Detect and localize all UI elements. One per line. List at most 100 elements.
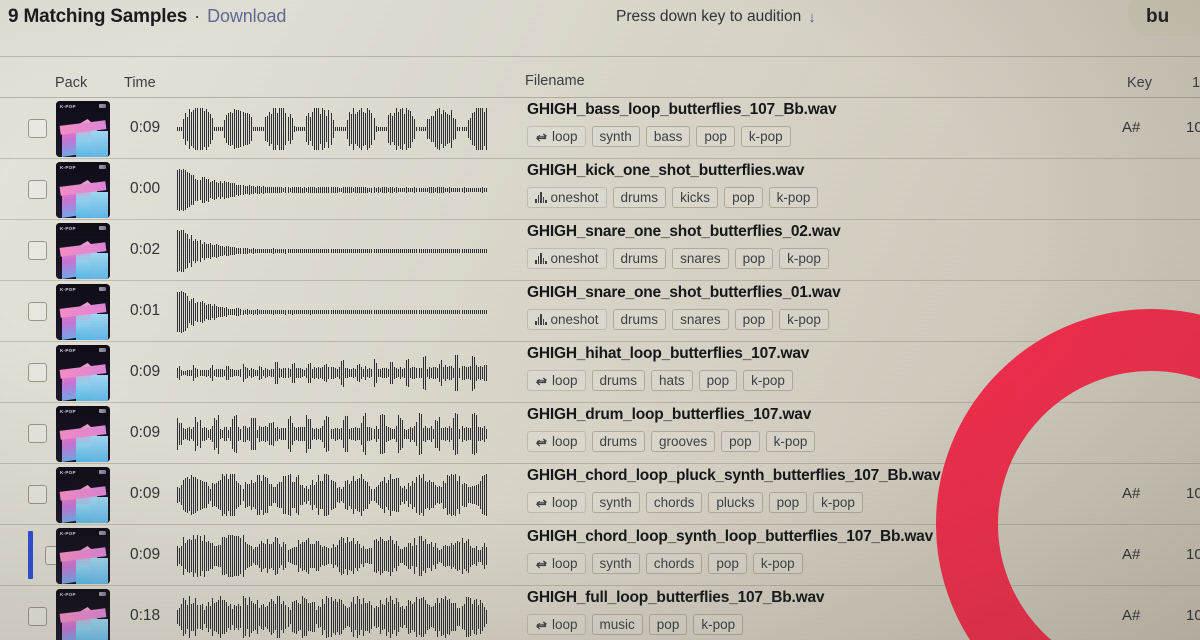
tag-pill-type[interactable]: oneshot [527,309,607,330]
pack-artwork[interactable]: K-POP [56,223,110,279]
waveform[interactable] [177,533,515,579]
tag-pill-type[interactable]: oneshot [527,248,607,269]
matching-samples-count: 9 Matching Samples [8,6,188,27]
column-header-pack[interactable]: Pack [55,75,87,91]
tag-pill-type[interactable]: loop [527,553,586,574]
pack-artwork[interactable]: K-POP [56,589,110,640]
tag-pill[interactable]: k-pop [743,370,793,391]
tag-pill[interactable]: hats [651,370,693,391]
waveform[interactable] [177,472,515,518]
tag-pill-type[interactable]: loop [527,614,586,635]
table-row[interactable]: K-POP 0:18 GHIGH_full_loop_butterflies_107… [0,586,1200,640]
tag-pill[interactable]: grooves [651,431,716,452]
row-checkbox[interactable] [28,363,47,382]
table-row[interactable]: K-POP 0:01 GHIGH_snare_one_shot_butterflie… [0,281,1200,342]
pack-artwork[interactable]: K-POP [56,162,110,218]
tag-pill[interactable]: pop [708,553,747,574]
tag-pill[interactable]: k-pop [752,553,803,574]
table-row[interactable]: K-POP 0:09 GHIGH_drum_loop_butterflies_107… [0,403,1200,464]
tag-pill[interactable]: chords [645,553,703,574]
sample-filename[interactable]: GHIGH_full_loop_butterflies_107_Bb.wav [527,589,1107,607]
tag-pill[interactable]: pop [734,309,774,330]
tag-pill[interactable]: pop [724,187,763,208]
row-checkbox[interactable] [28,607,47,626]
column-header-key[interactable]: Key [1127,75,1152,91]
tag-pill[interactable]: drums [591,431,646,452]
column-header-filename[interactable]: Filename [525,73,585,89]
sample-filename[interactable]: GHIGH_kick_one_shot_butterflies.wav [527,162,1107,180]
waveform[interactable] [177,289,515,335]
tag-pill[interactable]: pop [696,126,735,147]
tag-pill[interactable]: drums [591,370,646,391]
sample-filename[interactable]: GHIGH_drum_loop_butterflies_107.wav [527,406,1107,424]
table-row[interactable]: K-POP 0:00 GHIGH_kick_one_shot_butterflies… [0,159,1200,220]
tag-pill[interactable]: pop [698,370,738,391]
tag-pill[interactable]: drums [612,187,667,208]
tag-pill[interactable]: pop [734,248,774,269]
tag-pill[interactable]: pop [648,614,688,635]
search-tag-chip[interactable]: bu [1128,0,1200,36]
waveform[interactable] [177,106,515,152]
tag-pill[interactable]: k-pop [779,248,829,269]
table-row[interactable]: K-POP 0:02 GHIGH_snare_one_shot_butterflie… [0,220,1200,281]
pack-artwork[interactable]: K-POP [56,467,110,523]
waveform[interactable] [177,228,515,274]
tag-pill[interactable]: plucks [708,492,763,513]
pack-artwork[interactable]: K-POP [56,406,110,462]
tag-pill[interactable]: drums [612,309,667,330]
tag-pill[interactable]: chords [645,492,703,513]
row-checkbox[interactable] [28,180,47,199]
tag-pill-type[interactable]: oneshot [527,187,607,208]
tag-pill[interactable]: synth [591,492,640,513]
row-checkbox[interactable] [28,424,47,443]
table-row[interactable]: K-POP 0:09 GHIGH_hihat_loop_butterflies_10… [0,342,1200,403]
pack-artwork[interactable]: K-POP [56,345,110,401]
column-header-time[interactable]: Time [124,75,156,91]
pack-artwork[interactable]: K-POP [56,284,110,340]
tag-pill-type-label: oneshot [550,312,599,327]
row-checkbox[interactable] [28,302,47,321]
pack-artwork[interactable]: K-POP [56,528,110,584]
sample-filename[interactable]: GHIGH_bass_loop_butterflies_107_Bb.wav [527,101,1107,119]
download-link[interactable]: Download [207,6,286,27]
pack-artwork[interactable]: K-POP [56,101,110,157]
tag-pill[interactable]: k-pop [813,492,863,513]
tag-pill[interactable]: kicks [672,187,719,208]
tag-pill-type[interactable]: loop [527,431,586,452]
tag-pill[interactable]: k-pop [768,187,819,208]
tag-pill[interactable]: k-pop [693,614,744,635]
tag-pill[interactable]: bass [645,126,691,147]
tag-pill[interactable]: k-pop [779,309,829,330]
tag-pill[interactable]: music [591,614,643,635]
table-row[interactable]: K-POP 0:09 GHIGH_chord_loop_pluck_synth_bu… [0,464,1200,525]
sample-filename[interactable]: GHIGH_chord_loop_synth_loop_butterflies_… [527,528,1107,546]
row-checkbox[interactable] [28,241,47,260]
tag-pill-type[interactable]: loop [527,126,586,147]
tag-pill[interactable]: snares [672,248,729,269]
waveform[interactable] [177,411,515,457]
tag-pill[interactable]: synth [591,553,640,574]
tag-pill[interactable]: k-pop [740,126,791,147]
sample-filename[interactable]: GHIGH_hihat_loop_butterflies_107.wav [527,345,1107,363]
table-row[interactable]: K-POP 0:09 GHIGH_chord_loop_synth_loop_but… [0,525,1200,586]
tag-pill[interactable]: drums [612,248,667,269]
tag-pill-type-label: loop [552,556,578,571]
tag-pill-type[interactable]: loop [527,492,586,513]
sample-filename[interactable]: GHIGH_snare_one_shot_butterflies_01.wav [527,284,1107,302]
table-row[interactable]: K-POP 0:09 GHIGH_bass_loop_butterflies_107… [0,98,1200,159]
tag-pill[interactable]: k-pop [765,431,816,452]
row-checkbox[interactable] [28,119,47,138]
row-checkbox[interactable] [28,485,47,504]
waveform[interactable] [177,350,515,396]
tag-pill[interactable]: snares [672,309,729,330]
tag-pill-type-label: loop [552,495,578,510]
sample-filename[interactable]: GHIGH_chord_loop_pluck_synth_butterflies… [527,467,1107,485]
tag-pill[interactable]: synth [591,126,640,147]
waveform[interactable] [177,167,515,213]
tag-pill[interactable]: pop [721,431,760,452]
tag-pill[interactable]: pop [768,492,808,513]
column-header-bpm[interactable]: 1 [1192,75,1200,91]
tag-pill-type[interactable]: loop [527,370,586,391]
waveform[interactable] [177,594,515,640]
sample-filename[interactable]: GHIGH_snare_one_shot_butterflies_02.wav [527,223,1107,241]
